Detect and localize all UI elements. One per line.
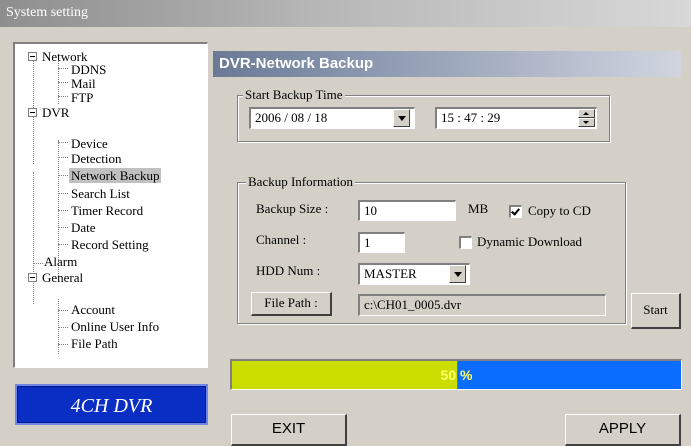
backup-information-label: Backup Information (246, 174, 356, 190)
backup-size-unit: MB (468, 201, 489, 216)
backup-progress-bar: 50 % (230, 359, 682, 390)
tree-item-ddns[interactable]: DDNS (71, 62, 106, 77)
dvr-logo: 4CH DVR (15, 384, 208, 425)
apply-button[interactable]: APPLY (565, 414, 681, 446)
tree-item-timer-record[interactable]: Timer Record (71, 203, 143, 218)
spin-down-icon[interactable] (578, 118, 595, 127)
tree-item-record-setting[interactable]: Record Setting (71, 237, 149, 252)
backup-size-input[interactable]: 10 (358, 200, 456, 221)
progress-label: 50 % (440, 367, 473, 383)
backup-time-spinner[interactable]: 15 : 47 : 29 (435, 107, 597, 129)
panel-title: DVR-Network Backup (219, 55, 374, 72)
tree-line (58, 327, 68, 328)
spin-up-icon[interactable] (578, 109, 595, 118)
tree-line (58, 310, 68, 311)
tree-item-file-path[interactable]: File Path (71, 336, 118, 351)
tree-line (58, 244, 68, 245)
tree-line (58, 210, 68, 211)
tree-item-search-list[interactable]: Search List (71, 186, 130, 201)
settings-tree[interactable]: Network DDNS Mail FTP DVR Device Detecti… (13, 42, 208, 368)
tree-item-ftp[interactable]: FTP (71, 90, 93, 105)
window-title: System setting (6, 5, 89, 20)
backup-size-value: 10 (364, 203, 377, 218)
tree-line (58, 175, 68, 176)
channel-input[interactable]: 1 (358, 232, 405, 253)
tree-line (58, 96, 68, 97)
tree-line (58, 227, 68, 228)
start-button[interactable]: Start (631, 293, 681, 329)
date-dropdown-arrow-icon[interactable] (393, 109, 410, 127)
backup-size-label: Backup Size : (256, 201, 329, 216)
channel-label: Channel : (256, 232, 307, 247)
dynamic-download-label: Dynamic Download (477, 234, 583, 249)
tree-item-mail[interactable]: Mail (71, 76, 96, 91)
backup-time-value: 15 : 47 : 29 (441, 110, 501, 125)
tree-line (58, 68, 68, 69)
tree-line (58, 157, 68, 158)
tree-item-detection[interactable]: Detection (71, 151, 122, 166)
tree-line (58, 193, 68, 194)
tree-item-alarm[interactable]: Alarm (44, 254, 77, 269)
tree-item-network-backup[interactable]: Network Backup (69, 168, 162, 183)
tree-item-online-user-info[interactable]: Online User Info (71, 319, 159, 334)
exit-button[interactable]: EXIT (231, 414, 347, 446)
collapse-general-icon[interactable] (28, 273, 37, 282)
dynamic-download-checkbox[interactable] (459, 236, 472, 249)
tree-item-device[interactable]: Device (71, 136, 108, 151)
copy-to-cd-label: Copy to CD (528, 203, 591, 218)
backup-date-value: 2006 / 08 / 18 (255, 110, 328, 125)
hdd-num-value: MASTER (364, 266, 417, 281)
system-setting-window: System setting Network DDNS Mail FTP DVR… (0, 0, 691, 446)
panel-header: DVR-Network Backup (213, 51, 681, 77)
file-path-field: c:\CH01_0005.dvr (358, 294, 606, 316)
tree-line (58, 82, 68, 83)
file-path-button[interactable]: File Path : (251, 292, 332, 316)
channel-value: 1 (364, 235, 371, 250)
tree-line (33, 172, 34, 304)
tree-line (58, 142, 68, 143)
tree-item-dvr[interactable]: DVR (42, 105, 69, 120)
file-path-value: c:\CH01_0005.dvr (364, 297, 462, 312)
tree-item-date[interactable]: Date (71, 220, 96, 235)
logo-text: 4CH DVR (70, 395, 153, 417)
collapse-network-icon[interactable] (28, 52, 37, 61)
backup-date-select[interactable]: 2006 / 08 / 18 (249, 107, 415, 129)
tree-item-account[interactable]: Account (71, 302, 115, 317)
tree-item-general[interactable]: General (42, 270, 83, 285)
time-spin-buttons[interactable] (578, 109, 595, 127)
hdd-num-label: HDD Num : (256, 263, 321, 278)
collapse-dvr-icon[interactable] (28, 108, 37, 117)
tree-line (33, 263, 43, 264)
copy-to-cd-checkbox[interactable] (509, 205, 522, 218)
hdd-dropdown-arrow-icon[interactable] (449, 265, 466, 283)
title-bar: System setting (0, 0, 691, 27)
start-backup-time-label: Start Backup Time (243, 87, 345, 103)
tree-line (58, 344, 68, 345)
